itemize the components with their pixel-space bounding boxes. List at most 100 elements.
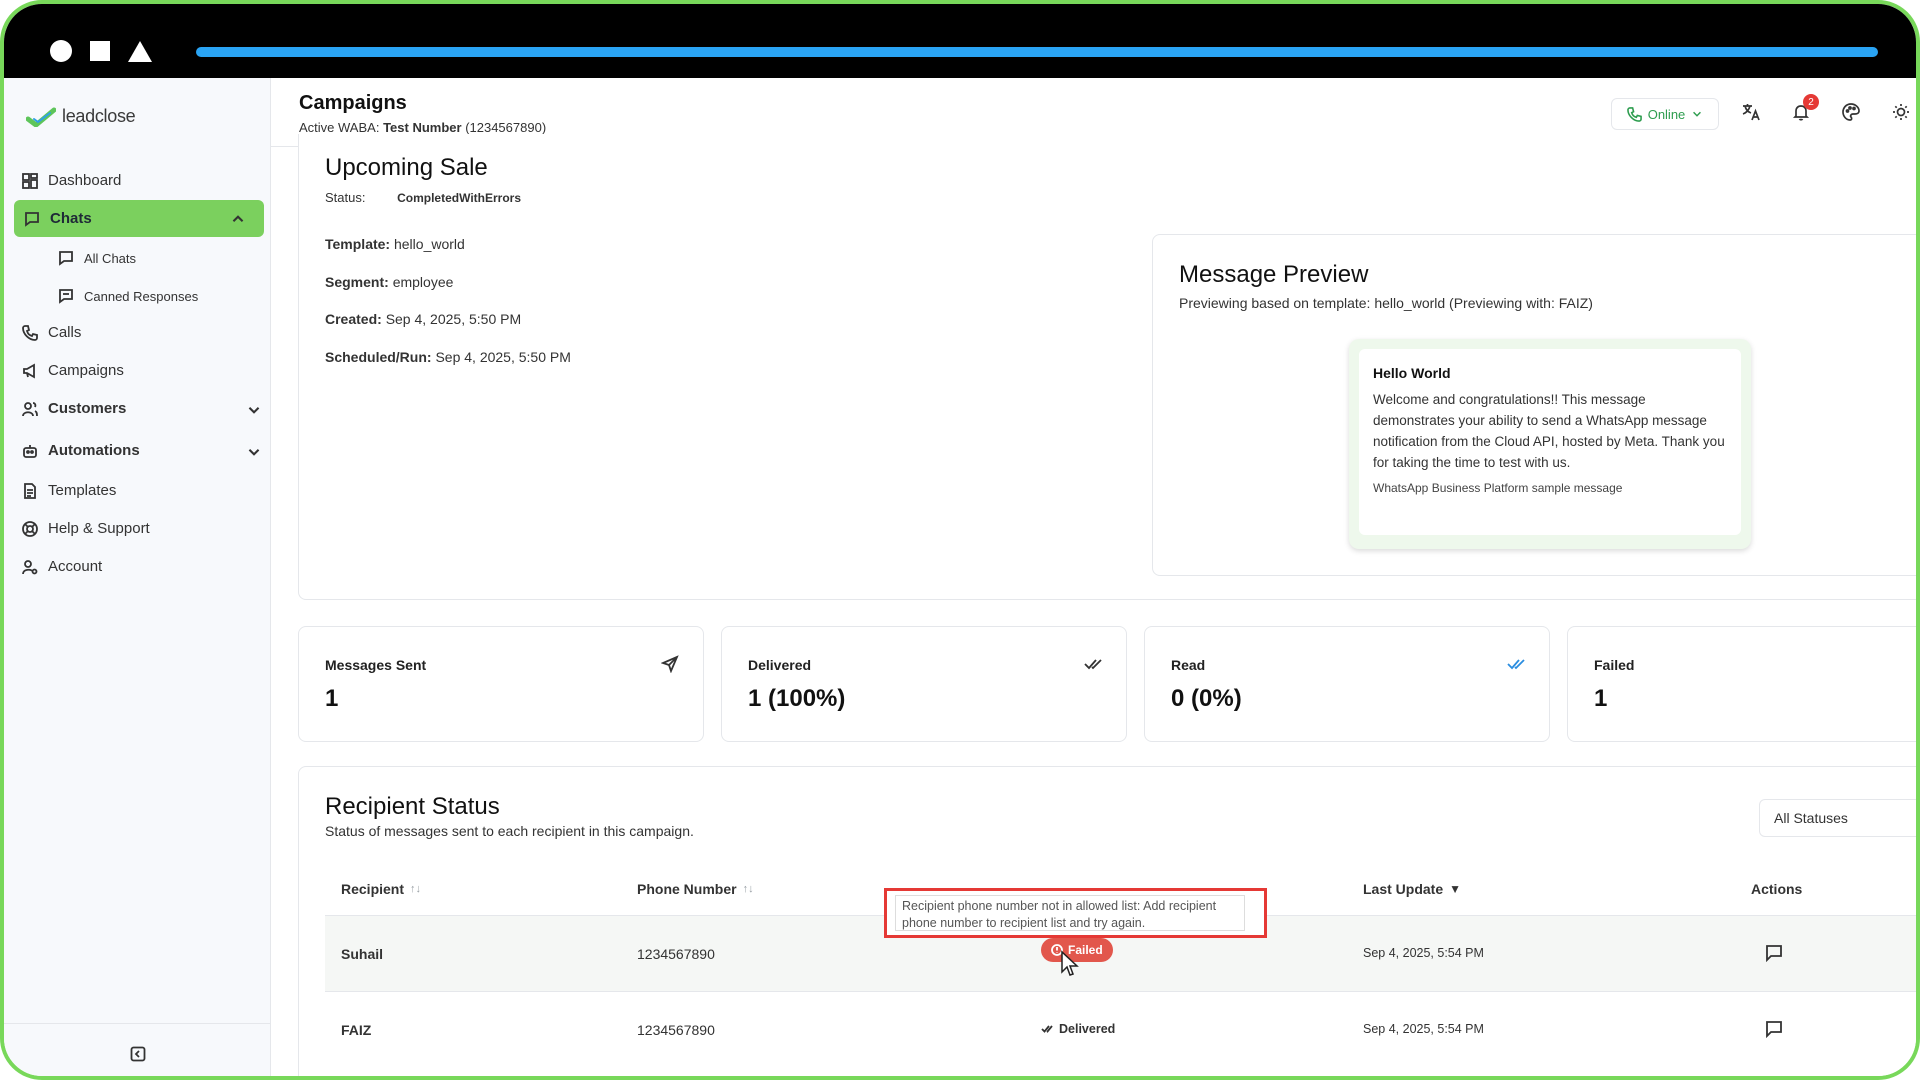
sidebar-item-account[interactable]: Account [22, 558, 102, 575]
document-icon [24, 482, 36, 499]
waba-prefix: Active WABA: [299, 120, 380, 135]
logo[interactable]: leadclose [26, 106, 136, 127]
recipient-phone: 1234567890 [637, 1022, 715, 1038]
template-label: Template: [325, 236, 391, 252]
sidebar-item-canned-responses[interactable]: Canned Responses [58, 288, 198, 304]
lifebuoy-icon [22, 520, 38, 537]
sidebar-item-label: Help & Support [48, 520, 150, 537]
status-badge: CompletedWithErrors [397, 191, 521, 205]
leadclose-logo-icon [26, 107, 56, 127]
sidebar-item-label: Customers [48, 400, 127, 417]
sidebar-item-automations[interactable]: Automations [22, 442, 262, 459]
scheduled-label: Scheduled/Run: [325, 349, 432, 365]
sidebar-item-label: Templates [48, 482, 117, 499]
online-status-button[interactable]: Online [1611, 98, 1719, 130]
sidebar-item-dashboard[interactable]: Dashboard [22, 172, 121, 189]
recipient-name: FAIZ [341, 1022, 372, 1038]
sun-icon[interactable] [1891, 102, 1911, 122]
stat-read: Read 0 (0%) [1144, 626, 1550, 742]
message-icon [1766, 945, 1782, 963]
stat-messages-sent: Messages Sent 1 [298, 626, 704, 742]
dashboard-icon [22, 172, 38, 189]
phone-icon [1626, 106, 1642, 122]
campaign-template: Template: hello_world [325, 236, 465, 252]
square-control-icon[interactable] [90, 41, 110, 61]
recipient-phone: 1234567890 [637, 946, 715, 962]
page-title: Campaigns [299, 92, 407, 114]
column-header-recipient[interactable]: Recipient ↑↓ [341, 881, 421, 897]
users-icon [22, 401, 38, 416]
message-preview-card: Message Preview Previewing based on temp… [1152, 234, 1916, 576]
message-title: Hello World [1373, 365, 1451, 381]
sidebar-item-label: Canned Responses [84, 288, 199, 304]
status-filter-select[interactable]: All Statuses [1759, 799, 1916, 837]
logo-text: leadclose [62, 106, 136, 126]
template-value: hello_world [393, 236, 465, 252]
stat-label: Read [1171, 657, 1206, 673]
circle-control-icon[interactable] [50, 40, 72, 62]
campaign-created: Created: Sep 4, 2025, 5:50 PM [325, 311, 521, 327]
triangle-control-icon[interactable] [128, 41, 152, 62]
sidebar-item-templates[interactable]: Templates [22, 482, 116, 499]
sort-icon: ↑↓ [742, 883, 754, 895]
sidebar-item-chats[interactable]: Chats [14, 200, 264, 237]
chevron-up-icon[interactable] [230, 211, 246, 227]
message-bubble: Hello World Welcome and congratulations!… [1349, 339, 1751, 549]
sidebar-item-calls[interactable]: Calls [22, 324, 81, 341]
chevron-down-icon [1693, 111, 1702, 117]
palette-icon[interactable] [1841, 102, 1861, 122]
phone-icon [22, 324, 38, 341]
canned-response-icon [59, 289, 73, 304]
preview-title: Message Preview [1179, 261, 1369, 288]
stat-value: 0 (0%) [1171, 685, 1242, 712]
column-header-last-update[interactable]: Last Update ▼ [1363, 881, 1461, 897]
message-body: Welcome and congratulations!! This messa… [1373, 392, 1725, 470]
translate-icon[interactable] [1741, 102, 1761, 122]
error-tooltip: Recipient phone number not in allowed li… [884, 888, 1267, 938]
preview-subtitle: Previewing based on template: hello_worl… [1179, 295, 1593, 311]
last-update: Sep 4, 2025, 5:54 PM [1363, 1022, 1484, 1036]
sidebar-item-help-support[interactable]: Help & Support [22, 520, 150, 537]
window-titlebar [4, 4, 1916, 78]
view-chat-button[interactable] [1765, 1020, 1783, 1039]
column-label: Actions [1751, 881, 1803, 897]
column-header-actions: Actions [1751, 881, 1802, 897]
notification-badge: 2 [1803, 94, 1819, 110]
scheduled-value: Sep 4, 2025, 5:50 PM [435, 349, 571, 365]
status-label: Status: [325, 190, 366, 205]
sort-desc-icon: ▼ [1449, 882, 1462, 896]
double-check-icon [1041, 1025, 1053, 1033]
sidebar-item-all-chats[interactable]: All Chats [58, 250, 136, 266]
sidebar-item-label: Dashboard [48, 172, 122, 189]
mouse-cursor-icon [1061, 950, 1079, 976]
column-header-phone[interactable]: Phone Number ↑↓ [637, 881, 754, 897]
sidebar-item-label: Automations [48, 442, 140, 459]
stat-delivered: Delivered 1 (100%) [721, 626, 1127, 742]
chevron-down-icon[interactable] [246, 402, 262, 418]
stat-failed: Failed 1 [1567, 626, 1916, 742]
collapse-sidebar-icon[interactable] [130, 1046, 146, 1062]
send-icon [660, 655, 679, 674]
sidebar-item-campaigns[interactable]: Campaigns [22, 362, 124, 379]
chat-icon [25, 211, 39, 227]
chevron-down-icon[interactable] [246, 444, 262, 460]
sort-icon: ↑↓ [410, 883, 422, 895]
column-label: Recipient [341, 881, 405, 897]
user-settings-icon [22, 559, 38, 574]
created-label: Created: [325, 311, 382, 327]
sidebar-item-label: Campaigns [48, 362, 124, 379]
stat-label: Failed [1594, 657, 1635, 673]
view-chat-button[interactable] [1765, 944, 1783, 963]
bell-icon[interactable]: 2 [1791, 94, 1819, 122]
message-icon [1766, 1021, 1782, 1039]
last-update: Sep 4, 2025, 5:54 PM [1363, 946, 1484, 960]
stat-value: 1 (100%) [748, 685, 846, 712]
sidebar-footer [4, 1023, 270, 1076]
campaign-scheduled: Scheduled/Run: Sep 4, 2025, 5:50 PM [325, 349, 571, 365]
sidebar-item-label: Calls [48, 324, 82, 341]
sidebar-item-customers[interactable]: Customers [22, 400, 262, 417]
message-footer: WhatsApp Business Platform sample messag… [1373, 481, 1623, 495]
app-window: leadclose Dashboard Chats All Chats Cann… [0, 0, 1920, 1080]
column-label: Phone Number [637, 881, 737, 897]
loading-progress-bar [196, 47, 1878, 57]
